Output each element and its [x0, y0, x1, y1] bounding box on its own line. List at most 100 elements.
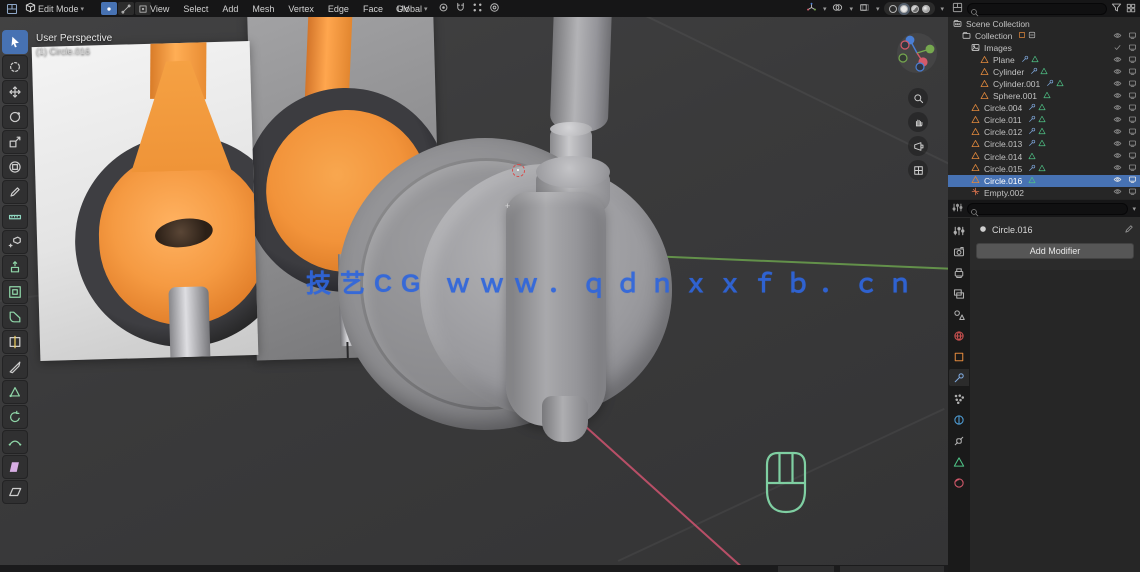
screen-toggle-icon[interactable]: [1128, 175, 1137, 186]
reference-image-left[interactable]: [31, 41, 259, 361]
properties-tab-view-layer[interactable]: [949, 285, 969, 302]
properties-tab-output[interactable]: [949, 264, 969, 281]
chevron-down-icon[interactable]: ▾: [823, 5, 827, 13]
screen-toggle-icon[interactable]: [1128, 151, 1137, 162]
outliner-row-circle-004[interactable]: Circle.004: [948, 102, 1140, 114]
screen-toggle-icon[interactable]: [1128, 127, 1137, 138]
menu-add[interactable]: Add: [222, 4, 238, 14]
eye-toggle-icon[interactable]: [1113, 55, 1122, 66]
add-modifier-button[interactable]: Add Modifier: [976, 243, 1134, 259]
tool-scale[interactable]: [2, 130, 28, 154]
screen-toggle-icon[interactable]: [1128, 115, 1137, 126]
shading-solid-button[interactable]: [900, 4, 909, 13]
properties-tab-object-data[interactable]: [949, 453, 969, 470]
menu-select[interactable]: Select: [183, 4, 208, 14]
screen-toggle-icon[interactable]: [1128, 43, 1137, 54]
tool-spin[interactable]: [2, 405, 28, 429]
tool-rotate[interactable]: [2, 105, 28, 129]
outliner-row-circle-011[interactable]: Circle.011: [948, 114, 1140, 126]
outliner-row-circle-014[interactable]: Circle.014: [948, 151, 1140, 163]
xray-toggle-icon[interactable]: [859, 2, 870, 15]
snap-grid-icon[interactable]: [472, 2, 483, 15]
outliner-row-circle-015[interactable]: Circle.015: [948, 163, 1140, 175]
shading-material-button[interactable]: [911, 4, 920, 13]
ortho-grid-icon[interactable]: [908, 160, 928, 180]
mode-dropdown[interactable]: Edit Mode ▾: [22, 2, 87, 15]
eye-toggle-icon[interactable]: [1113, 91, 1122, 102]
properties-tab-render[interactable]: [949, 243, 969, 260]
properties-tab-tool[interactable]: [949, 222, 969, 239]
screen-toggle-icon[interactable]: [1128, 187, 1137, 198]
model-yoke[interactable]: [506, 192, 606, 426]
properties-tab-particles[interactable]: [949, 390, 969, 407]
eye-toggle-icon[interactable]: [1113, 187, 1122, 198]
properties-editor-icon[interactable]: [952, 200, 963, 218]
tool-smooth[interactable]: [2, 430, 28, 454]
screen-toggle-icon[interactable]: [1128, 163, 1137, 174]
display-mode-icon[interactable]: [1126, 0, 1136, 18]
outliner-row-sphere-001[interactable]: Sphere.001: [948, 90, 1140, 102]
tool-move[interactable]: [2, 80, 28, 104]
navigation-gizmo[interactable]: [896, 32, 938, 79]
properties-tab-world[interactable]: [949, 327, 969, 344]
tool-extrude-region[interactable]: [2, 255, 28, 279]
outliner-row-collection[interactable]: Collection: [948, 30, 1140, 42]
outliner-row-cylinder-001[interactable]: Cylinder.001: [948, 78, 1140, 90]
orientation-dropdown[interactable]: Global ▾: [393, 2, 431, 15]
menu-view[interactable]: View: [150, 4, 169, 14]
eye-toggle-icon[interactable]: [1113, 103, 1122, 114]
zoom-tool-icon[interactable]: [908, 88, 928, 108]
outliner-row-circle-012[interactable]: Circle.012: [948, 126, 1140, 138]
chevron-down-icon[interactable]: ▾: [849, 5, 853, 13]
outliner-row-empty-002[interactable]: Empty.002: [948, 187, 1140, 199]
magnet-icon[interactable]: [455, 2, 466, 15]
tool-rip-region[interactable]: [2, 455, 28, 479]
tool-inset-faces[interactable]: [2, 280, 28, 304]
properties-tab-constraints[interactable]: [949, 432, 969, 449]
screen-toggle-icon[interactable]: [1128, 31, 1137, 42]
screen-toggle-icon[interactable]: [1128, 67, 1137, 78]
outliner-row-plane[interactable]: Plane: [948, 54, 1140, 66]
eye-toggle-icon[interactable]: [1113, 79, 1122, 90]
pan-hand-icon[interactable]: [908, 112, 928, 132]
check-toggle-icon[interactable]: [1113, 43, 1122, 54]
tool-transform[interactable]: [2, 155, 28, 179]
shading-wireframe-button[interactable]: [889, 4, 898, 13]
tool-add-cube[interactable]: [2, 230, 28, 254]
shading-rendered-button[interactable]: [922, 4, 931, 13]
screen-toggle-icon[interactable]: [1128, 103, 1137, 114]
tool-annotate[interactable]: [2, 180, 28, 204]
outliner-row-scene-collection[interactable]: Scene Collection: [948, 18, 1140, 30]
select-mode-vertex[interactable]: [101, 2, 117, 15]
outliner-row-circle-016[interactable]: Circle.016: [948, 174, 1140, 187]
pivot-icon[interactable]: [438, 2, 449, 15]
model-bottom-rod[interactable]: [542, 396, 588, 442]
screen-toggle-icon[interactable]: [1128, 91, 1137, 102]
proportional-icon[interactable]: [489, 2, 500, 15]
tool-select-box[interactable]: [2, 30, 28, 54]
eye-toggle-icon[interactable]: [1113, 115, 1122, 126]
tool-loop-cut[interactable]: [2, 330, 28, 354]
screen-toggle-icon[interactable]: [1128, 55, 1137, 66]
properties-tab-modifiers[interactable]: [949, 369, 969, 386]
screen-toggle-icon[interactable]: [1128, 139, 1137, 150]
camera-view-icon[interactable]: [908, 136, 928, 156]
tool-cursor[interactable]: [2, 55, 28, 79]
eye-toggle-icon[interactable]: [1113, 175, 1122, 186]
eye-toggle-icon[interactable]: [1113, 139, 1122, 150]
select-mode-edge[interactable]: [118, 2, 134, 15]
model-headband-pole[interactable]: [549, 0, 613, 133]
properties-tab-physics[interactable]: [949, 411, 969, 428]
outliner-search-input[interactable]: [967, 2, 1107, 15]
outliner-editor-icon[interactable]: [952, 0, 963, 18]
eye-toggle-icon[interactable]: [1113, 67, 1122, 78]
overlays-toggle-icon[interactable]: [832, 2, 843, 15]
tool-bevel[interactable]: [2, 305, 28, 329]
editor-type-button[interactable]: [3, 2, 21, 15]
screen-toggle-icon[interactable]: [1128, 79, 1137, 90]
menu-edge[interactable]: Edge: [328, 4, 349, 14]
select-mode-face[interactable]: [135, 2, 151, 15]
edit-pencil-icon[interactable]: [1124, 224, 1134, 236]
menu-face[interactable]: Face: [363, 4, 383, 14]
menu-vertex[interactable]: Vertex: [288, 4, 314, 14]
